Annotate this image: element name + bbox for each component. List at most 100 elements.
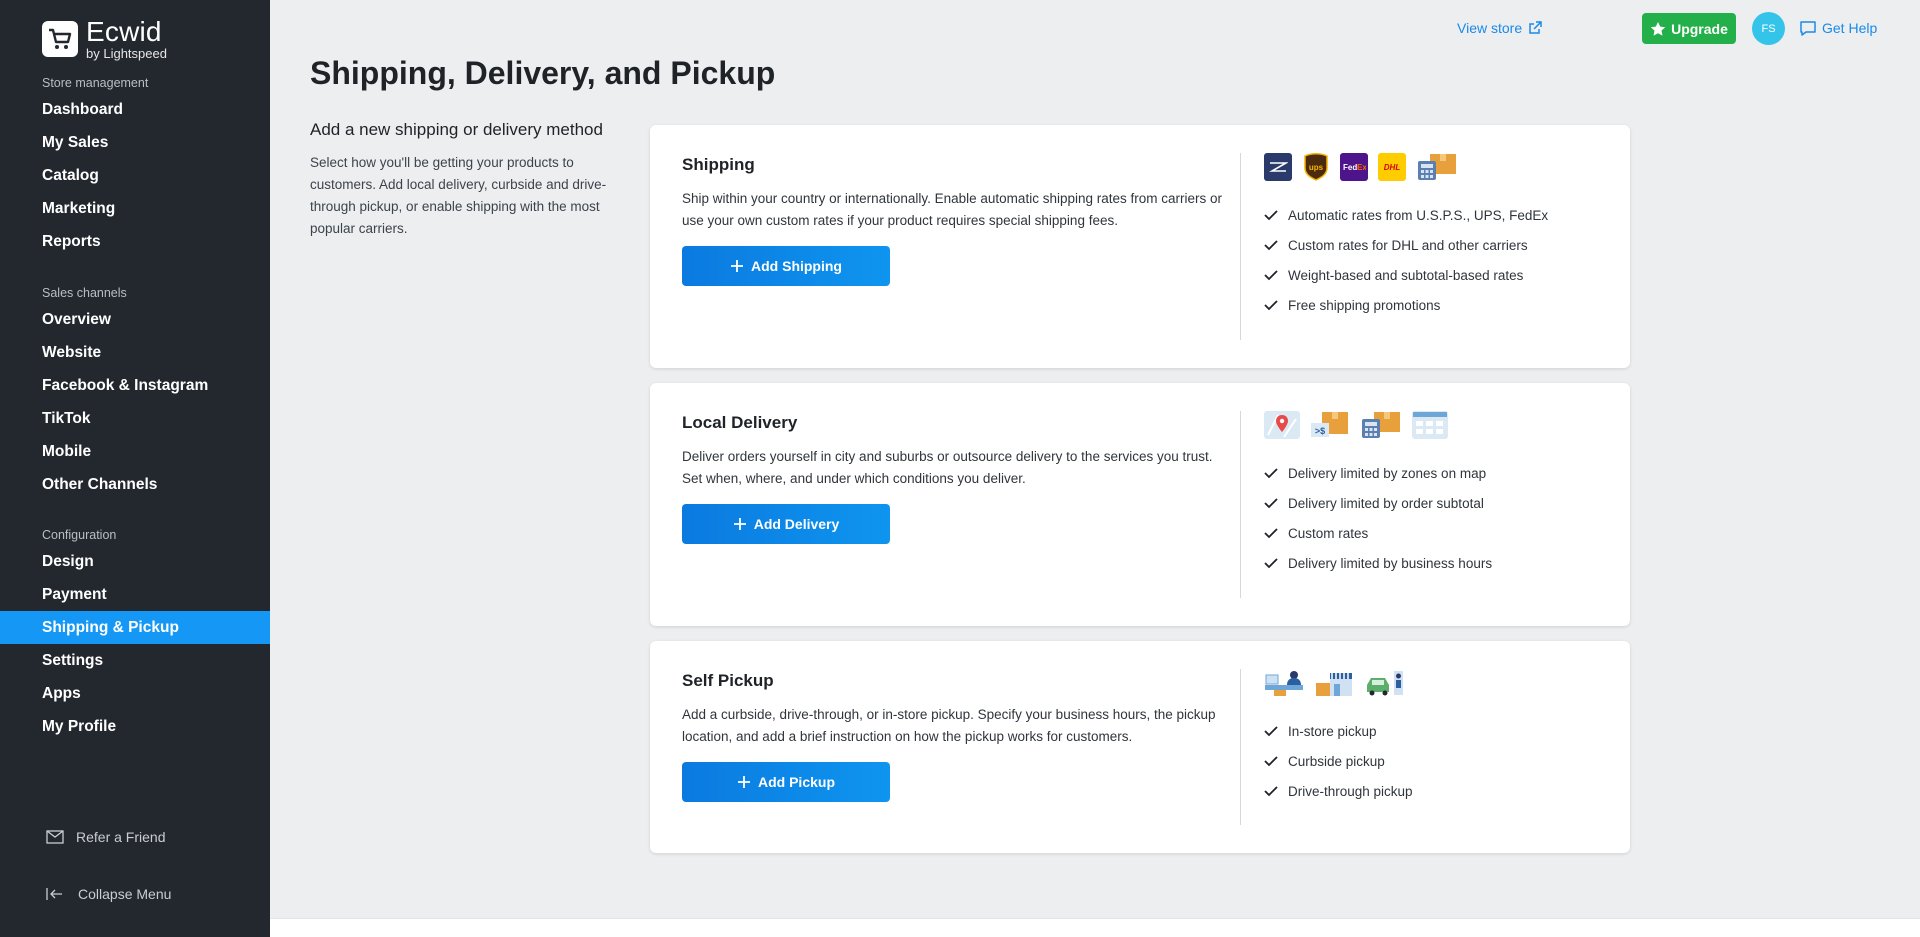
checkmark-icon [1264,209,1278,220]
sidebar-item-catalog[interactable]: Catalog [0,159,270,192]
sidebar-item-my-profile[interactable]: My Profile [0,710,270,743]
brand-name: Ecwid [86,16,162,47]
view-store-link[interactable]: View store [1457,20,1542,36]
car-pickup-icon [1364,669,1404,697]
page-title: Shipping, Delivery, and Pickup [310,55,776,91]
ups-icon: ups [1302,153,1330,181]
footer-strip [270,918,1920,937]
card-description: Ship within your country or internationa… [682,191,1222,228]
sidebar-item-dashboard[interactable]: Dashboard [0,93,270,126]
view-store-label: View store [1457,20,1523,36]
card-description: Deliver orders yourself in city and subu… [682,449,1213,486]
sidebar-item-my-sales[interactable]: My Sales [0,126,270,159]
sidebar-item-settings[interactable]: Settings [0,644,270,677]
refer-friend-link[interactable]: Refer a Friend [46,829,165,845]
sidebar-item-mobile[interactable]: Mobile [0,435,270,468]
checkmark-icon [1264,725,1278,736]
feature-item: Drive-through pickup [1264,776,1413,806]
intro-description: Select how you'll be getting your produc… [310,155,607,236]
collapse-menu-button[interactable]: Collapse Menu [46,886,171,902]
nav-heading: Store management [42,76,149,90]
feature-item: Custom rates [1264,518,1492,548]
usps-icon [1264,153,1292,181]
fedex-icon: Fed Ex [1340,153,1368,181]
checkmark-icon [1264,467,1278,478]
card-title: Self Pickup [682,671,774,690]
plus-icon [731,260,743,272]
feature-label: Delivery limited by zones on map [1288,465,1487,481]
svg-text:Fed: Fed [1343,163,1357,172]
upgrade-label: Upgrade [1671,20,1728,37]
nav-configuration: Configuration Design Payment Shipping & … [0,525,270,743]
sidebar-item-apps[interactable]: Apps [0,677,270,710]
feature-item: Delivery limited by order subtotal [1264,488,1492,518]
sidebar-item-shipping-pickup[interactable]: Shipping & Pickup [0,611,270,644]
calendar-icon [1412,411,1448,439]
checkmark-icon [1264,755,1278,766]
storefront-icon [1314,669,1354,697]
get-help-link[interactable]: Get Help [1800,20,1877,36]
feature-label: Delivery limited by order subtotal [1288,495,1484,511]
map-pin-icon [1264,411,1300,439]
add-shipping-button[interactable]: Add Shipping [682,246,890,286]
feature-label: Automatic rates from U.S.P.S., UPS, FedE… [1288,207,1549,223]
nav-sales-channels: Sales channels Overview Website Facebook… [0,283,270,501]
checkmark-icon [1264,299,1278,310]
feature-item: Delivery limited by business hours [1264,548,1492,578]
calculator-box-icon [1360,411,1402,439]
get-help-label: Get Help [1822,20,1878,36]
calculator-box-icon [1416,153,1458,181]
sidebar-item-design[interactable]: Design [0,545,270,578]
add-pickup-button[interactable]: Add Pickup [682,762,890,802]
external-link-icon [1529,21,1542,34]
feature-label: Custom rates for DHL and other carriers [1288,237,1528,253]
local-delivery-card: Local Delivery Deliver orders yourself i… [650,383,1630,626]
intro-title: Add a new shipping or delivery method [310,120,603,139]
brand-logo[interactable]: Ecwid by Lightspeed [42,18,167,60]
sidebar-item-overview[interactable]: Overview [0,303,270,336]
self-pickup-card: Self Pickup Add a curbside, drive-throug… [650,641,1630,853]
nav-heading: Sales channels [42,286,127,300]
sidebar-item-marketing[interactable]: Marketing [0,192,270,225]
checkmark-icon [1264,269,1278,280]
svg-text:>$: >$ [1315,426,1325,436]
upgrade-button[interactable]: Upgrade [1642,13,1736,44]
nav-store-management: Store management Dashboard My Sales Cata… [0,73,270,258]
feature-label: Weight-based and subtotal-based rates [1288,267,1524,283]
feature-item: Curbside pickup [1264,746,1413,776]
card-title: Local Delivery [682,413,798,432]
avatar[interactable]: FS [1752,12,1785,45]
feature-item: Delivery limited by zones on map [1264,458,1492,488]
feature-label: Curbside pickup [1288,753,1385,769]
button-label: Add Shipping [751,258,842,274]
sidebar-item-facebook-instagram[interactable]: Facebook & Instagram [0,369,270,402]
svg-text:Ex: Ex [1357,163,1366,172]
svg-text:DHL: DHL [1384,163,1401,172]
checkmark-icon [1264,497,1278,508]
refer-label: Refer a Friend [76,829,166,845]
feature-label: Custom rates [1288,525,1369,541]
sidebar-item-tiktok[interactable]: TikTok [0,402,270,435]
top-bar: View store Upgrade FS Get Help [1320,12,1920,45]
sidebar-item-payment[interactable]: Payment [0,578,270,611]
add-delivery-button[interactable]: Add Delivery [682,504,890,544]
sidebar-item-website[interactable]: Website [0,336,270,369]
divider [1240,669,1241,825]
feature-label: Drive-through pickup [1288,783,1413,799]
checkmark-icon [1264,239,1278,250]
checkmark-icon [1264,557,1278,568]
sidebar-item-reports[interactable]: Reports [0,225,270,258]
plus-icon [737,776,750,788]
chat-bubble-icon [1800,20,1816,36]
sidebar-item-other-channels[interactable]: Other Channels [0,468,270,501]
nav-heading: Configuration [42,528,117,542]
svg-text:ups: ups [1309,163,1324,172]
card-description: Add a curbside, drive-through, or in-sto… [682,707,1216,744]
button-label: Add Pickup [757,774,835,790]
star-icon [1650,21,1666,36]
divider [1240,411,1241,598]
dhl-icon: DHL [1378,153,1406,181]
sidebar: Ecwid by Lightspeed Store management Das… [0,0,270,937]
feature-label: Delivery limited by business hours [1288,555,1493,571]
shipping-card: Shipping Ship within your country or int… [650,125,1630,368]
